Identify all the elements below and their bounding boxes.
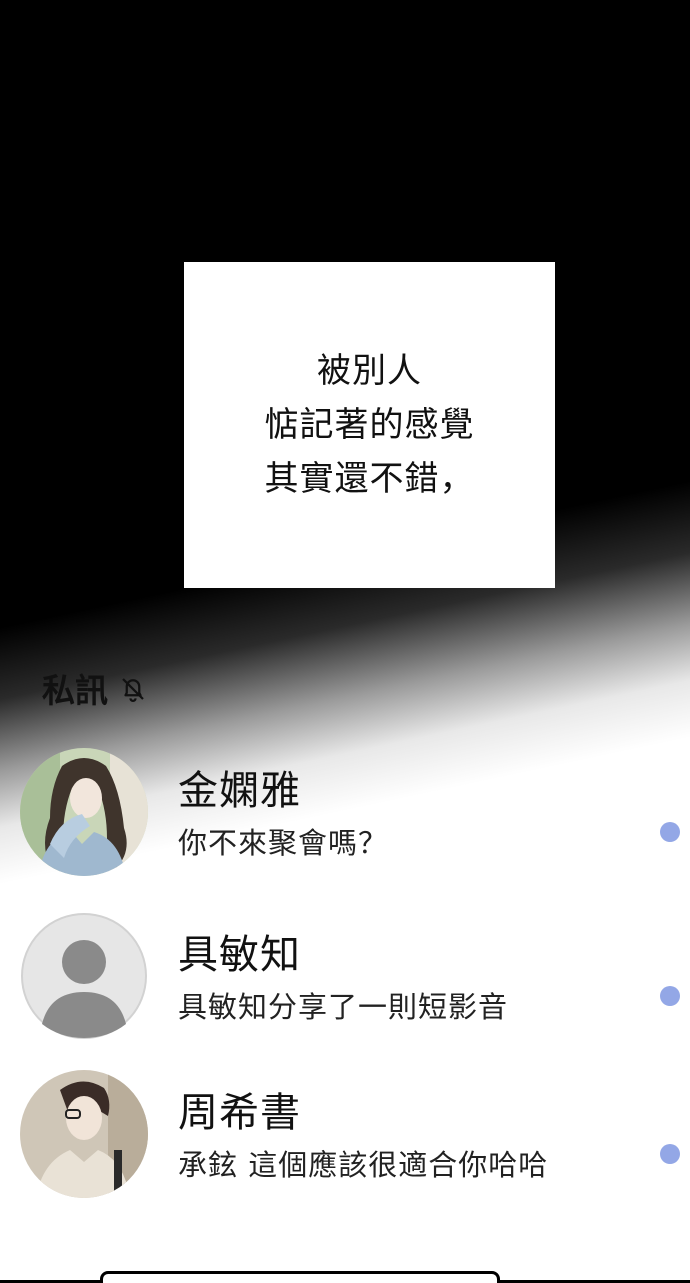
caption-line: 其實還不錯，	[264, 459, 475, 499]
chat-preview: 承鉉 這個應該很適合你哈哈	[178, 1148, 549, 1182]
chat-item[interactable]: 金嫻雅 你不來聚會嗎？	[0, 748, 690, 888]
bell-off-icon[interactable]	[118, 673, 148, 703]
bottom-panel-edge	[100, 1271, 500, 1283]
caption-box: 被別人 惦記著的感覺 其實還不錯，	[184, 262, 555, 588]
caption-line: 被別人	[317, 351, 422, 391]
chat-item[interactable]: 具敏知 具敏知分享了一則短影音	[0, 912, 690, 1052]
avatar	[20, 1070, 148, 1198]
chat-name: 金嫻雅	[178, 768, 301, 814]
unread-dot	[660, 822, 680, 842]
chat-preview: 具敏知分享了一則短影音	[178, 990, 509, 1024]
chat-name: 具敏知	[178, 932, 301, 978]
unread-dot	[660, 1144, 680, 1164]
unread-dot	[660, 986, 680, 1006]
messages-title: 私訊	[42, 671, 108, 710]
chat-preview: 你不來聚會嗎？	[178, 826, 389, 860]
chat-name: 周希書	[178, 1090, 301, 1136]
chat-item[interactable]: 周希書 承鉉 這個應該很適合你哈哈	[0, 1070, 690, 1210]
caption-line: 惦記著的感覺	[264, 405, 475, 445]
default-user-icon	[20, 912, 148, 1040]
messages-header: 私訊	[42, 664, 148, 712]
avatar	[20, 748, 148, 876]
